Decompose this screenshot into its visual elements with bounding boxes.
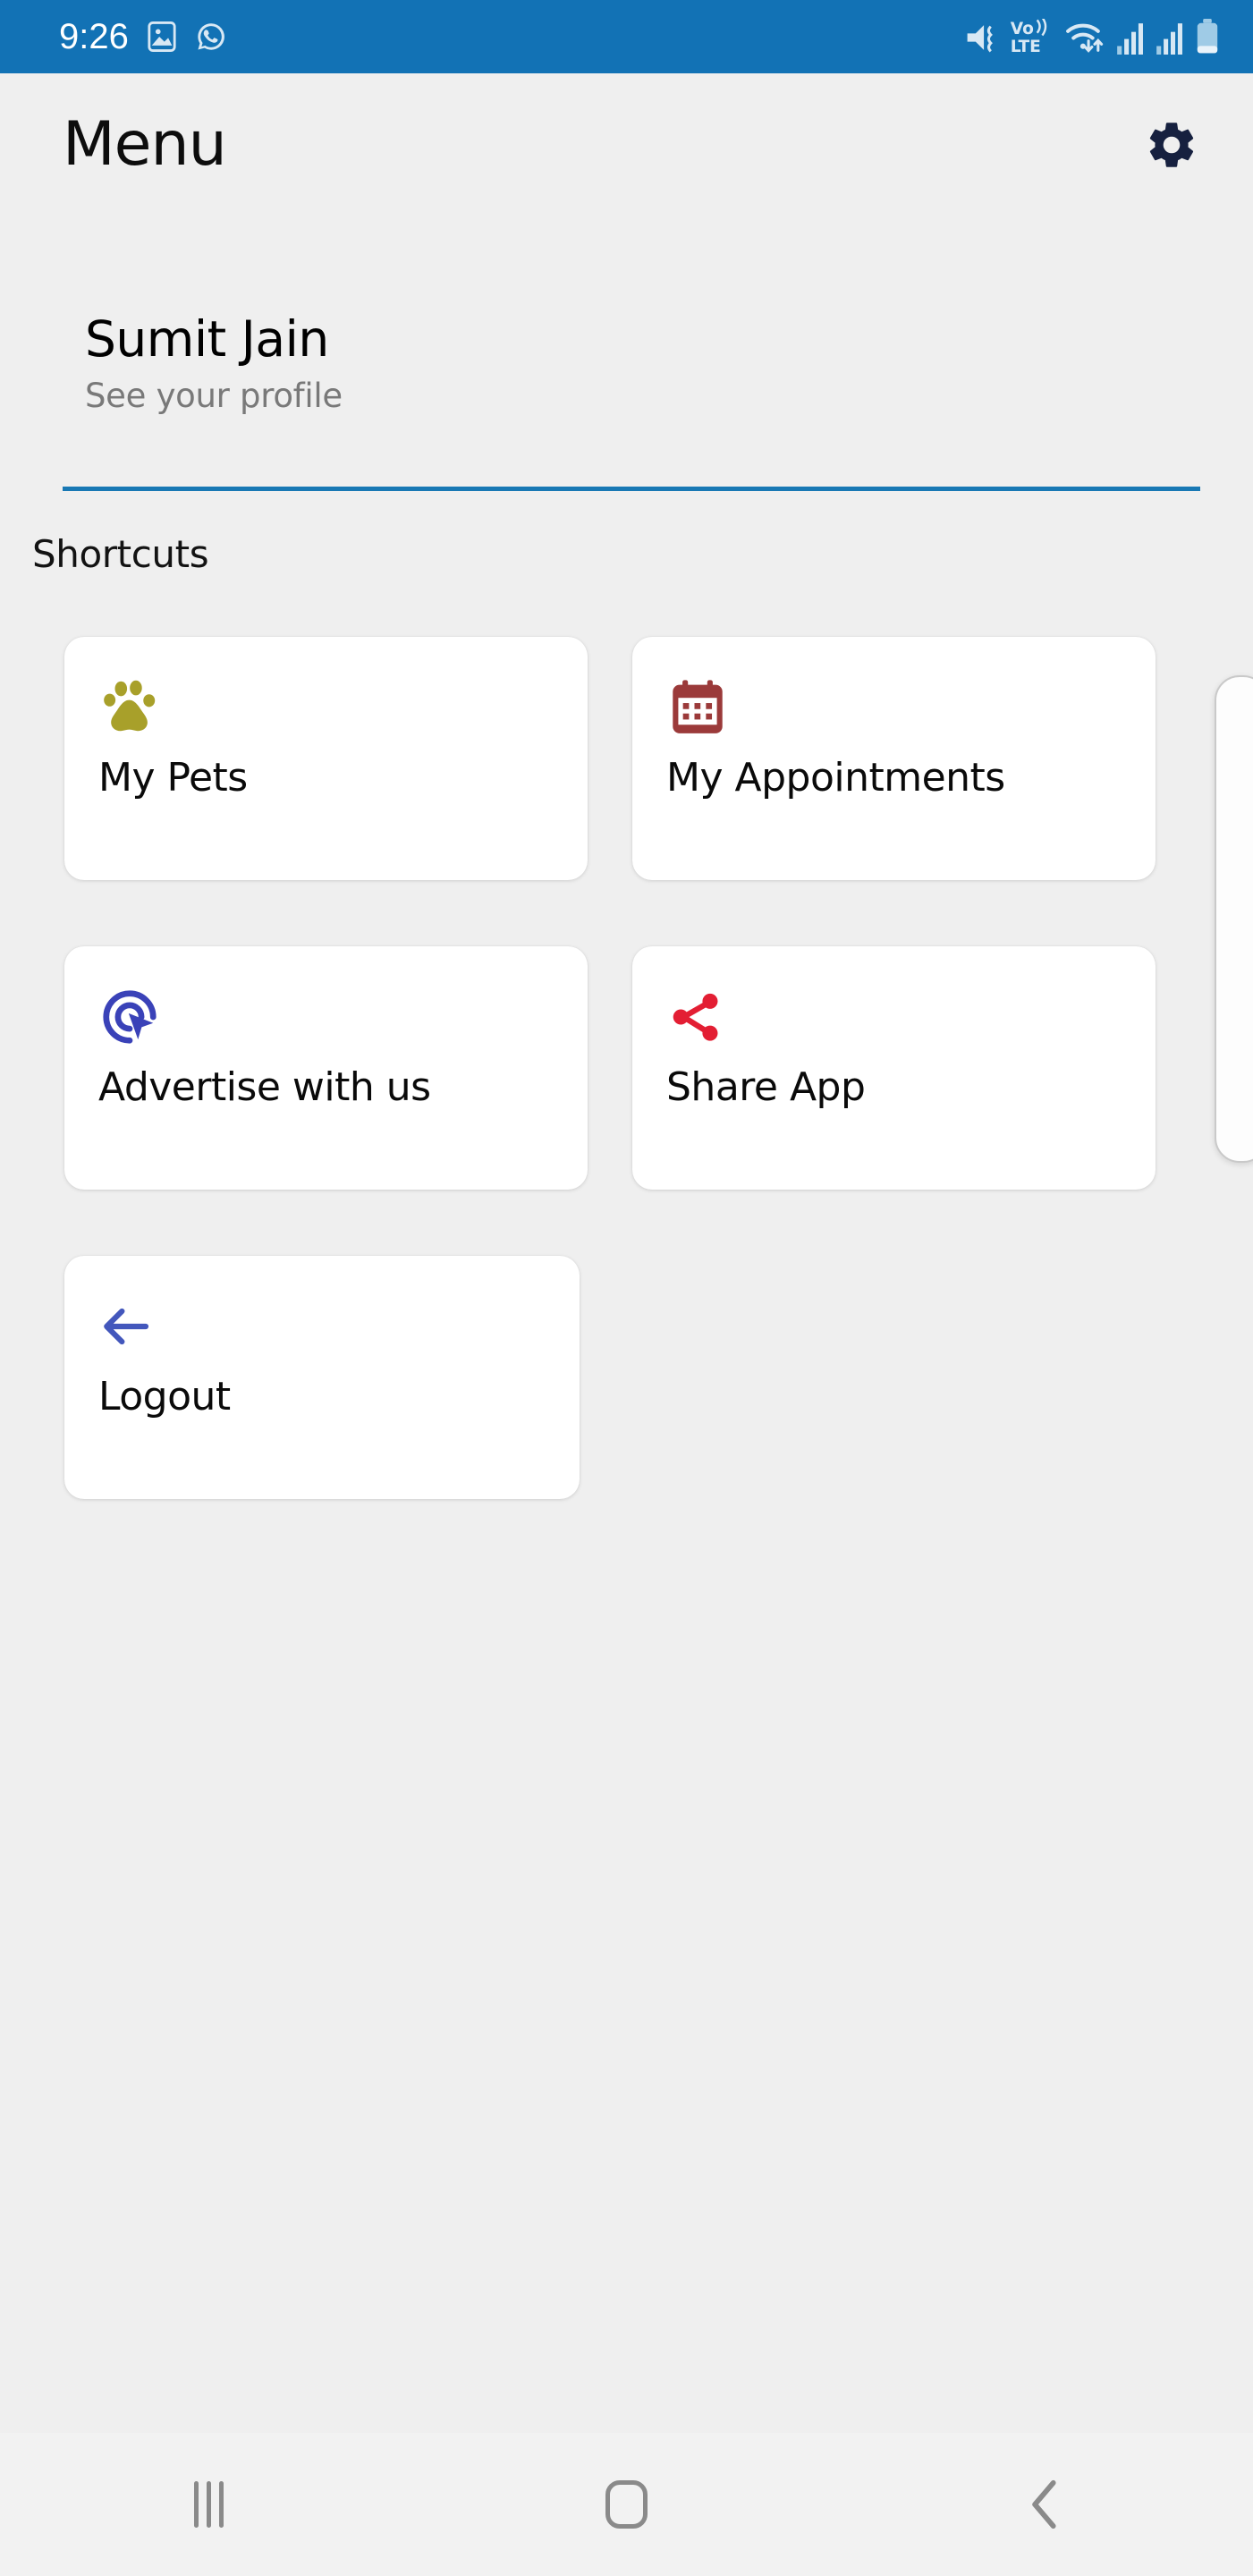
shortcut-card-share-app[interactable]: Share App xyxy=(632,946,1156,1190)
gear-icon xyxy=(1149,123,1194,167)
battery-icon xyxy=(1197,19,1218,54)
shortcut-card-advertise-with-us[interactable]: Advertise with us xyxy=(64,946,588,1190)
card-icon-wrap xyxy=(98,982,588,1052)
card-icon-wrap xyxy=(666,982,1156,1052)
wifi-icon xyxy=(1066,23,1104,53)
edge-panel-handle[interactable] xyxy=(1215,675,1253,1163)
status-bar-clock: 9:26 xyxy=(59,17,129,56)
page-title: Menu xyxy=(63,109,227,180)
svg-text:Vo: Vo xyxy=(1011,20,1034,38)
profile-divider xyxy=(63,487,1200,491)
profile-name: Sumit Jain xyxy=(85,310,329,368)
back-icon xyxy=(1031,2479,1056,2529)
shortcuts-row: Logout xyxy=(64,1256,1156,1499)
signal-sim2-icon xyxy=(1156,23,1182,55)
card-icon-wrap xyxy=(98,673,588,742)
shortcut-card-logout[interactable]: Logout xyxy=(64,1256,580,1499)
signal-sim1-icon xyxy=(1117,23,1143,55)
shortcut-label: My Appointments xyxy=(666,755,1005,801)
paw-icon xyxy=(104,680,156,732)
card-icon-wrap xyxy=(98,1292,580,1361)
share-icon xyxy=(673,993,718,1041)
arrow-left-icon xyxy=(104,1308,149,1345)
svg-text:LTE: LTE xyxy=(1011,38,1041,55)
shortcut-label: Advertise with us xyxy=(98,1064,431,1110)
volte-icon: Vo LTE xyxy=(1011,19,1047,55)
recents-icon xyxy=(194,2481,224,2528)
card-icon-wrap xyxy=(666,673,1156,742)
whatsapp-icon xyxy=(198,23,224,50)
shortcut-label: My Pets xyxy=(98,755,248,801)
profile-subtitle: See your profile xyxy=(85,377,343,416)
profile-section[interactable]: Sumit Jain See your profile xyxy=(0,310,1253,416)
status-bar-left: 9:26 xyxy=(59,19,227,55)
shortcuts-grid: My Pets My Appointments Advertise with u… xyxy=(64,637,1156,1565)
shortcut-card-my-pets[interactable]: My Pets xyxy=(64,637,588,880)
status-bar-right: Vo LTE xyxy=(963,19,1219,55)
app-bar: Menu xyxy=(0,73,1253,216)
gallery-icon xyxy=(148,21,176,52)
nav-home-button[interactable] xyxy=(418,2433,835,2576)
shortcut-label: Share App xyxy=(666,1064,866,1110)
shortcuts-heading: Shortcuts xyxy=(32,532,209,576)
shortcuts-row: My Pets My Appointments xyxy=(64,637,1156,880)
status-bar: 9:26 Vo LTE xyxy=(0,0,1253,73)
vibrate-icon xyxy=(967,25,993,53)
system-navigation-bar xyxy=(0,2433,1253,2576)
nav-recents-button[interactable] xyxy=(0,2433,418,2576)
shortcut-card-my-appointments[interactable]: My Appointments xyxy=(632,637,1156,880)
home-icon xyxy=(605,2480,648,2529)
nav-back-button[interactable] xyxy=(835,2433,1253,2576)
calendar-icon xyxy=(673,680,723,733)
shortcuts-row: Advertise with us Share App xyxy=(64,946,1156,1190)
settings-button[interactable] xyxy=(1139,113,1204,177)
ad-click-target-icon xyxy=(103,990,157,1044)
shortcut-label: Logout xyxy=(98,1374,231,1419)
